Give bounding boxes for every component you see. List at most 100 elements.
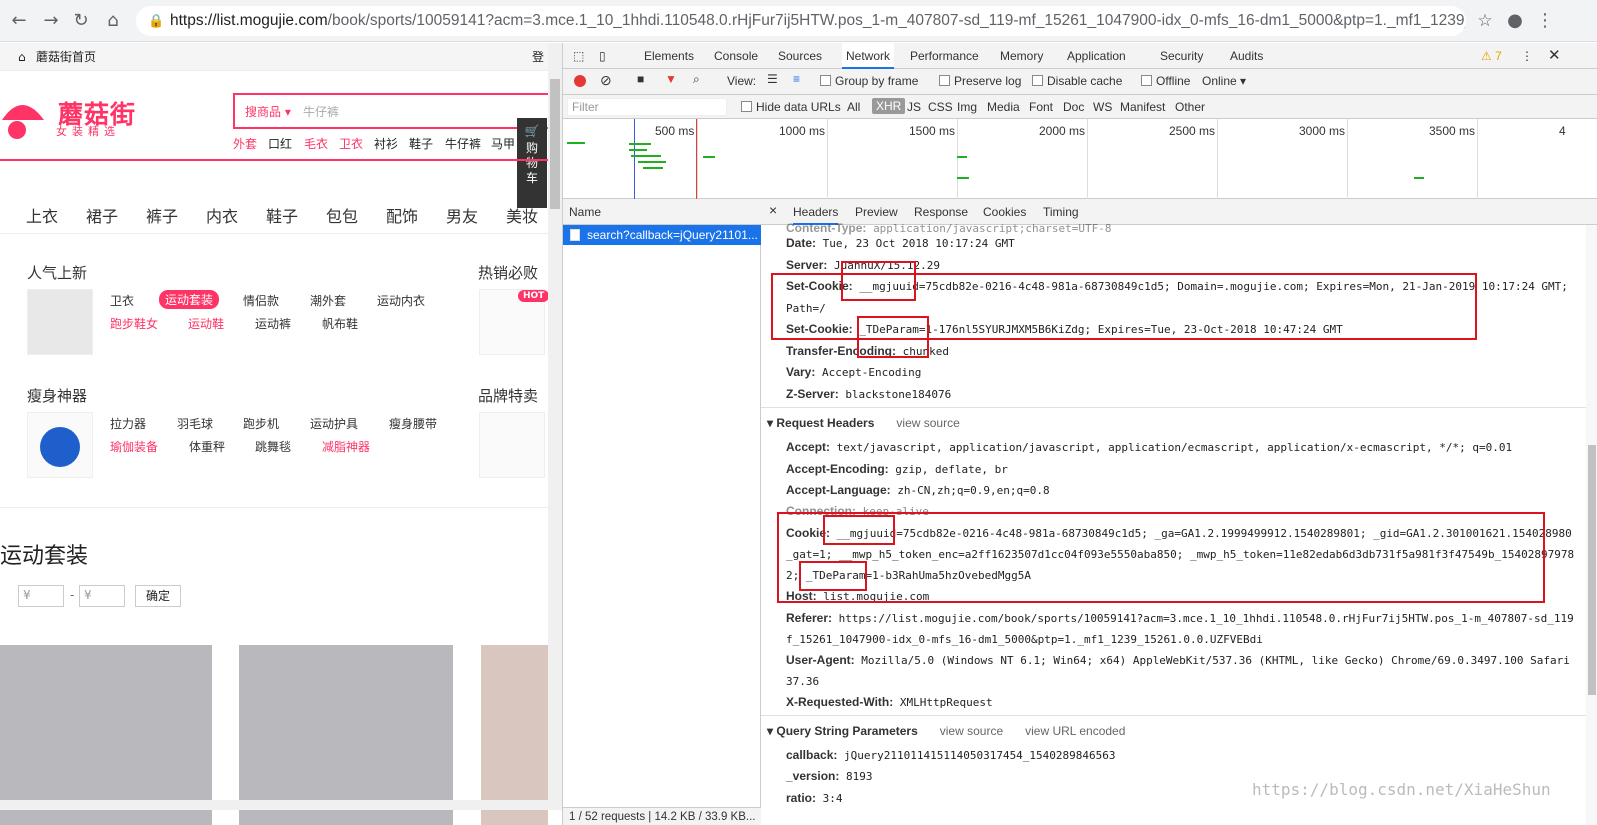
tab-timing[interactable]: Timing	[1043, 205, 1079, 219]
category-link[interactable]: 男友	[446, 203, 478, 227]
price-confirm-button[interactable]: 确定	[135, 585, 181, 607]
filter-icon[interactable]: ▼	[665, 72, 677, 86]
throttling-select[interactable]: Online ▾	[1202, 74, 1246, 88]
hotword-link[interactable]: 卫衣	[339, 135, 363, 152]
category-link[interactable]: 裙子	[86, 203, 118, 227]
vertical-scrollbar[interactable]	[548, 43, 562, 810]
filter-type-doc[interactable]: Doc	[1063, 100, 1084, 114]
menu-icon[interactable]: ⋮	[1532, 8, 1558, 34]
tag-link[interactable]: 羽毛球	[177, 415, 213, 432]
category-link[interactable]: 上衣	[26, 203, 58, 227]
tag-link[interactable]: 瘦身腰带	[389, 415, 437, 432]
hotword-link[interactable]: 外套	[233, 135, 257, 152]
more-icon[interactable]: ⋮	[1521, 43, 1533, 69]
group-by-frame-checkbox[interactable]: Group by frame	[820, 74, 918, 88]
address-bar[interactable]: 🔒 https://list.mogujie.com/book/sports/1…	[136, 6, 1466, 36]
login-link[interactable]: 登	[532, 43, 544, 71]
request-headers-section[interactable]: ▾ Request Headers view source	[767, 416, 960, 430]
view-url-encoded-link[interactable]: view URL encoded	[1025, 724, 1125, 738]
tag-link[interactable]: 跳舞毯	[255, 438, 291, 455]
hotword-link[interactable]: 毛衣	[304, 135, 328, 152]
category-link[interactable]: 鞋子	[266, 203, 298, 227]
filter-type-all[interactable]: All	[847, 100, 860, 114]
hide-data-urls-checkbox[interactable]: Hide data URLs	[741, 100, 841, 114]
filter-type-other[interactable]: Other	[1175, 100, 1205, 114]
product-image[interactable]	[239, 645, 453, 825]
tab-sources[interactable]: Sources	[778, 43, 822, 69]
query-params-section[interactable]: ▾ Query String Parameters view source view…	[767, 724, 1125, 738]
filter-type-manifest[interactable]: Manifest	[1120, 100, 1165, 114]
tag-link[interactable]: 帆布鞋	[322, 315, 358, 332]
product-thumbnail[interactable]	[27, 289, 93, 355]
shoe-thumbnail[interactable]	[479, 412, 545, 478]
product-image[interactable]	[481, 645, 548, 825]
large-rows-icon[interactable]: ☰	[767, 72, 778, 86]
search-box[interactable]: 搜商品 ▾ 牛仔裤	[233, 93, 553, 129]
category-link[interactable]: 裤子	[146, 203, 178, 227]
disable-cache-checkbox[interactable]: Disable cache	[1032, 74, 1122, 88]
preserve-log-checkbox[interactable]: Preserve log	[939, 74, 1021, 88]
filter-type-img[interactable]: Img	[957, 100, 977, 114]
close-devtools-icon[interactable]: ✕	[1548, 43, 1561, 69]
tag-link[interactable]: 体重秤	[189, 438, 225, 455]
hotword-link[interactable]: 鞋子	[409, 135, 433, 152]
clear-icon[interactable]: ⊘	[600, 72, 612, 89]
close-detail-icon[interactable]: ×	[769, 202, 777, 218]
tab-audits[interactable]: Audits	[1230, 43, 1263, 69]
filter-type-xhr[interactable]: XHR	[872, 98, 906, 114]
tab-application[interactable]: Application	[1067, 43, 1126, 69]
tag-link[interactable]: 卫衣	[110, 292, 134, 309]
filter-input[interactable]: Filter	[567, 98, 727, 116]
record-icon[interactable]	[574, 75, 586, 87]
tag-link[interactable]: 潮外套	[310, 292, 346, 309]
profile-icon[interactable]: ●	[1502, 8, 1528, 34]
cart-button[interactable]: 🛒 购物车	[517, 118, 547, 208]
product-image[interactable]	[0, 645, 212, 825]
filter-type-media[interactable]: Media	[987, 100, 1020, 114]
tab-preview[interactable]: Preview	[855, 205, 898, 219]
warning-count[interactable]: ⚠ 7	[1481, 43, 1502, 69]
tab-console[interactable]: Console	[714, 43, 758, 69]
scrollbar-thumb[interactable]	[550, 79, 560, 209]
search-icon[interactable]: ⌕	[693, 72, 700, 87]
category-link[interactable]: 配饰	[386, 203, 418, 227]
tab-memory[interactable]: Memory	[1000, 43, 1043, 69]
tag-link[interactable]: 跑步机	[243, 415, 279, 432]
reload-icon[interactable]: ↻	[68, 8, 94, 34]
device-toggle-icon[interactable]: ▯	[599, 43, 606, 69]
tab-security[interactable]: Security	[1160, 43, 1203, 69]
tag-link[interactable]: 情侣款	[243, 292, 279, 309]
camera-icon[interactable]: ■	[637, 72, 644, 86]
filter-type-ws[interactable]: WS	[1093, 100, 1112, 114]
back-icon[interactable]: ←	[6, 8, 32, 34]
tab-response[interactable]: Response	[914, 205, 968, 219]
filter-type-css[interactable]: CSS	[928, 100, 953, 114]
filter-type-font[interactable]: Font	[1029, 100, 1053, 114]
category-link[interactable]: 美妆	[506, 203, 538, 227]
tag-link[interactable]: 运动鞋	[188, 315, 224, 332]
tag-link[interactable]: 运动内衣	[377, 292, 425, 309]
tag-link-active[interactable]: 运动套装	[159, 290, 220, 309]
inspect-icon[interactable]: ⬚	[573, 43, 584, 69]
tag-link[interactable]: 运动裤	[255, 315, 291, 332]
search-category-select[interactable]: 搜商品 ▾	[245, 103, 291, 120]
tag-link[interactable]: 拉力器	[110, 415, 146, 432]
hotword-link[interactable]: 马甲	[491, 135, 515, 152]
fitness-ball-thumbnail[interactable]	[27, 412, 93, 478]
name-column-header[interactable]: Name	[563, 199, 761, 225]
hotword-link[interactable]: 口红	[268, 135, 292, 152]
category-link[interactable]: 包包	[326, 203, 358, 227]
filter-type-js[interactable]: JS	[907, 100, 921, 114]
detail-scrollbar[interactable]	[1586, 225, 1597, 825]
view-source-link[interactable]: view source	[896, 416, 959, 430]
network-timeline[interactable]: 500 ms 1000 ms 1500 ms 2000 ms 2500 ms 3…	[563, 119, 1597, 199]
view-source-link[interactable]: view source	[940, 724, 1003, 738]
offline-checkbox[interactable]: Offline	[1141, 74, 1190, 88]
price-min-input[interactable]: ¥	[18, 585, 64, 607]
tab-cookies[interactable]: Cookies	[983, 205, 1026, 219]
forward-icon[interactable]: →	[38, 8, 64, 34]
home-link[interactable]: 蘑菇街首页	[36, 43, 96, 71]
home-icon[interactable]: ⌂	[100, 8, 126, 34]
category-link[interactable]: 内衣	[206, 203, 238, 227]
hotword-link[interactable]: 衬衫	[374, 135, 398, 152]
